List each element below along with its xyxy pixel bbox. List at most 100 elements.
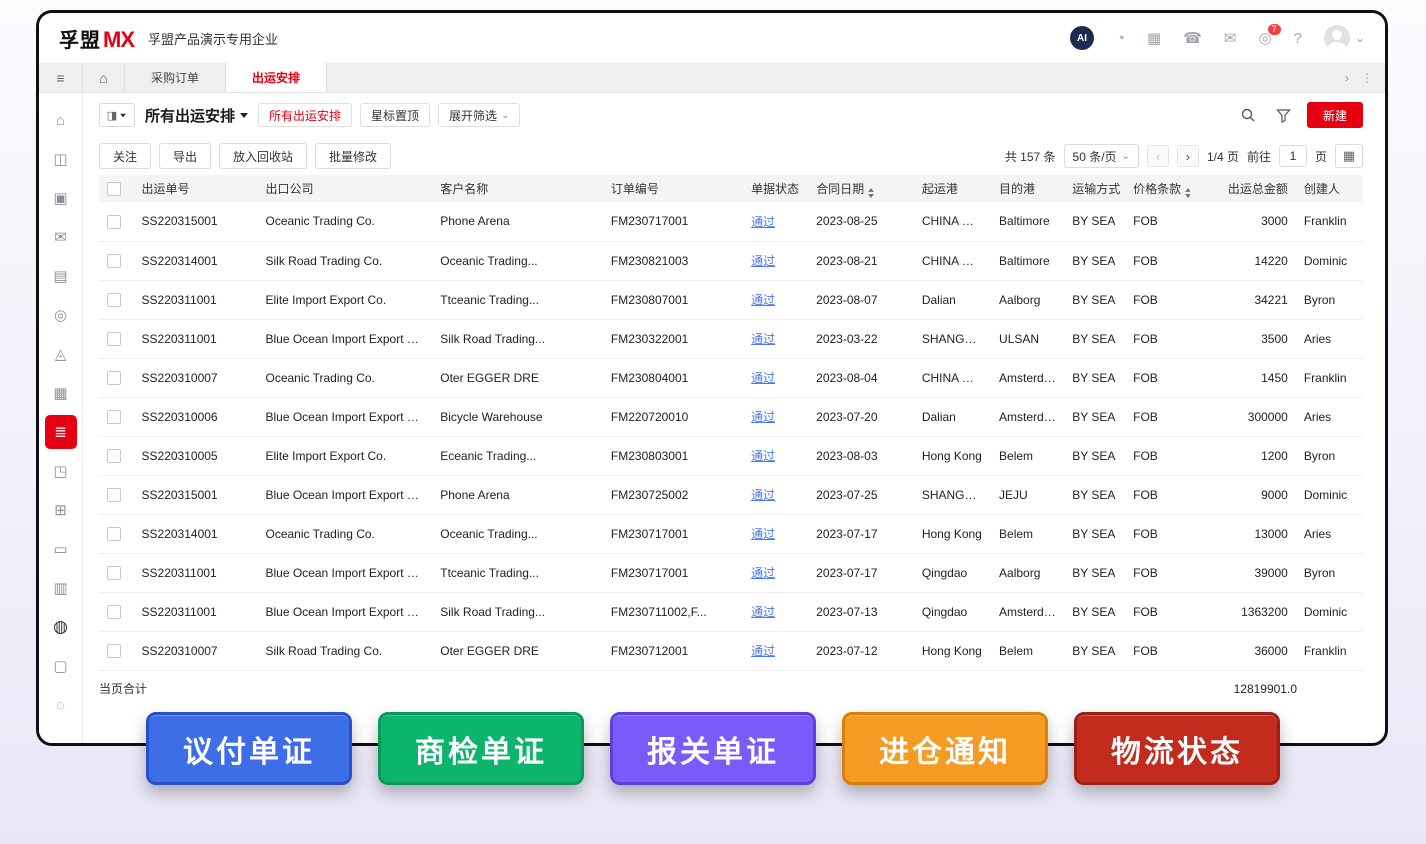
avatar[interactable] [1323,25,1350,51]
column-header-6[interactable]: 起运港 [913,175,992,202]
sidebar-orders-icon[interactable]: ▦ [45,376,77,410]
new-button[interactable]: 新建 [1306,102,1363,128]
row-checkbox[interactable] [99,397,134,437]
select-all-checkbox[interactable] [99,175,134,202]
sidebar-call-icon[interactable]: ◍ [45,610,77,644]
table-row[interactable]: SS220311001 Blue Ocean Import Export Co. S… [99,319,1363,359]
row-checkbox[interactable] [99,358,134,398]
bell-icon[interactable]: ◎ 7 [1259,23,1281,46]
tab-shipping-arrangement[interactable]: 出运安排 [226,63,328,92]
warehouse-notice-button[interactable]: 进仓通知 [842,712,1048,785]
sidebar-help-icon[interactable]: ◌ [45,688,77,722]
row-checkbox[interactable] [99,553,134,593]
sort-icon[interactable] [1185,187,1191,198]
row-checkbox[interactable] [99,241,134,281]
column-header-5[interactable]: 合同日期 [808,175,914,202]
column-settings-icon[interactable]: ▦ [1335,144,1363,168]
row-checkbox[interactable] [99,436,134,476]
table-row[interactable]: SS220310005 Elite Import Export Co. Eceani… [99,436,1363,476]
view-selector[interactable]: 所有出运安排 [145,105,249,126]
sidebar-logistics-icon[interactable]: ▣ [45,181,77,215]
negotiation-docs-button[interactable]: 议付单证 [146,712,352,785]
row-checkbox[interactable] [99,592,134,632]
row-checkbox[interactable] [99,514,134,554]
tab-scroll-icon[interactable]: › [1345,71,1349,85]
status-link[interactable]: 通过 [751,605,775,619]
status-link[interactable]: 通过 [751,215,775,229]
ai-assistant-button[interactable]: AI [1069,26,1094,50]
column-header-0[interactable]: 出运单号 [133,175,258,202]
status-link[interactable]: 通过 [751,449,775,463]
sidebar-reports-icon[interactable]: ▥ [45,571,77,605]
sidebar-marketing-icon[interactable]: ◬ [45,337,77,371]
sidebar-contacts-icon[interactable]: ◫ [45,142,77,176]
sidebar-notes-icon[interactable]: ▭ [45,532,77,566]
chip-expand-filter[interactable]: 展开筛选 ⌄ [438,103,521,127]
sidebar-shipping-icon[interactable]: ≣ [44,415,77,449]
table-row[interactable]: SS220314001 Oceanic Trading Co. Oceanic Tr… [99,514,1363,554]
tab-more-icon[interactable]: ⋮ [1361,71,1373,85]
sort-icon[interactable] [868,187,875,198]
mail-icon[interactable]: ✉ [1224,31,1237,46]
sidebar-finance-icon[interactable]: ⊞ [45,493,77,527]
search-icon[interactable] [1235,102,1261,128]
status-link[interactable]: 通过 [751,332,775,346]
sidebar-toggle-icon[interactable]: ≡ [39,63,83,92]
table-row[interactable]: SS220311001 Elite Import Export Co. Ttcean… [99,280,1363,320]
sidebar-print-icon[interactable]: ▢ [45,649,77,683]
column-header-1[interactable]: 出口公司 [257,175,433,202]
status-link[interactable]: 通过 [751,566,775,580]
status-link[interactable]: 通过 [751,371,775,385]
column-header-4[interactable]: 单据状态 [743,175,809,202]
row-checkbox[interactable] [99,475,134,515]
row-checkbox[interactable] [99,280,134,320]
sidebar-home-icon[interactable]: ⌂ [45,103,77,137]
customs-docs-button[interactable]: 报关单证 [610,712,816,785]
row-checkbox[interactable] [99,631,134,671]
sidebar-documents-icon[interactable]: ◳ [45,454,77,488]
inspection-docs-button[interactable]: 商检单证 [378,712,584,785]
tab-home-icon[interactable]: ⌂ [83,63,125,92]
question-icon[interactable]: ? [1294,31,1302,46]
column-header-8[interactable]: 运输方式 [1064,175,1126,202]
table-row[interactable]: SS220310007 Silk Road Trading Co. Oter EGG… [99,631,1363,671]
view-switch-button[interactable]: ◨ [99,103,135,127]
table-row[interactable]: SS220311001 Blue Ocean Import Export Co. S… [99,592,1363,632]
batch-edit-button[interactable]: 批量修改 [315,143,392,169]
column-header-11[interactable]: 创建人 [1295,175,1363,202]
column-header-10[interactable]: 出运总金额 [1190,175,1296,202]
column-header-9[interactable]: 价格条款 [1125,175,1191,202]
column-header-2[interactable]: 客户名称 [432,175,603,202]
status-link[interactable]: 通过 [751,254,775,268]
next-page-button[interactable]: › [1176,145,1199,167]
goto-page-input[interactable]: 1 [1278,145,1307,167]
status-link[interactable]: 通过 [751,410,775,424]
table-row[interactable]: SS220315001 Oceanic Trading Co. Phone Aren… [99,202,1363,242]
status-link[interactable]: 通过 [751,293,775,307]
row-checkbox[interactable] [99,319,134,359]
chip-all-shipping[interactable]: 所有出运安排 [258,103,353,127]
export-button[interactable]: 导出 [159,143,212,169]
page-size-select[interactable]: 50 条/页 ⌄ [1063,144,1139,168]
status-link[interactable]: 通过 [751,527,775,541]
chip-star-top[interactable]: 星标置顶 [360,103,431,127]
sidebar-discover-icon[interactable]: ◎ [45,298,77,332]
table-row[interactable]: SS220310006 Blue Ocean Import Export Co. B… [99,397,1363,437]
status-link[interactable]: 通过 [751,644,775,658]
column-header-7[interactable]: 目的港 [991,175,1065,202]
chevron-down-icon[interactable]: ⌄ [1355,31,1365,45]
table-row[interactable]: SS220311001 Blue Ocean Import Export Co. T… [99,553,1363,593]
phone-icon[interactable]: ☎ [1183,31,1202,46]
status-link[interactable]: 通过 [751,488,775,502]
sidebar-mail-icon[interactable]: ✉ [45,220,77,254]
filter-funnel-icon[interactable] [1271,102,1297,128]
row-checkbox[interactable] [99,202,134,242]
logistics-status-button[interactable]: 物流状态 [1074,712,1280,785]
apps-grid-icon[interactable]: ▦ [1147,31,1161,46]
recycle-button[interactable]: 放入回收站 [219,143,308,169]
table-row[interactable]: SS220315001 Blue Ocean Import Export Co. P… [99,475,1363,515]
column-header-3[interactable]: 订单编号 [602,175,744,202]
user-menu[interactable]: ⌄ [1323,25,1365,51]
table-row[interactable]: SS220314001 Silk Road Trading Co. Oceanic … [99,241,1363,281]
headset-icon[interactable]: ◔ [1116,31,1125,46]
